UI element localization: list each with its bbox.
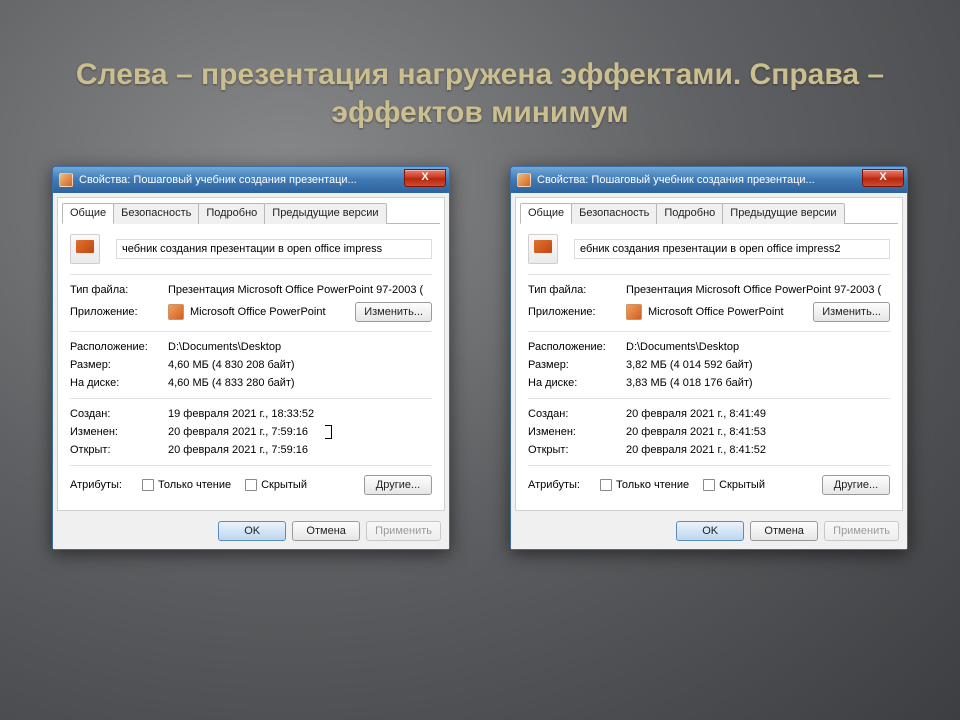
other-attributes-button[interactable]: Другие... — [822, 475, 890, 495]
label-ondisk: На диске: — [70, 377, 168, 389]
close-button[interactable]: X — [404, 169, 446, 187]
properties-dialog-right: Свойства: Пошаговый учебник создания пре… — [510, 166, 908, 550]
cancel-button[interactable]: Отмена — [292, 521, 360, 541]
value-created: 19 февраля 2021 г., 18:33:52 — [168, 408, 432, 420]
ok-button[interactable]: OK — [676, 521, 744, 541]
dialog-footer: OK Отмена Применить — [511, 515, 907, 549]
checkbox-hidden[interactable]: Скрытый — [703, 479, 765, 491]
tab-strip: Общие Безопасность Подробно Предыдущие в… — [62, 202, 440, 224]
tab-general[interactable]: Общие — [520, 203, 572, 224]
tab-security[interactable]: Безопасность — [113, 203, 199, 224]
tab-security[interactable]: Безопасность — [571, 203, 657, 224]
dialog-footer: OK Отмена Применить — [53, 515, 449, 549]
filename-field[interactable]: ебник создания презентации в open office… — [574, 239, 890, 259]
filename-field[interactable]: чебник создания презентации в open offic… — [116, 239, 432, 259]
checkbox-hidden[interactable]: Скрытый — [245, 479, 307, 491]
tab-previous-versions[interactable]: Предыдущие версии — [264, 203, 386, 224]
label-created: Создан: — [70, 408, 168, 420]
tab-content-general: чебник создания презентации в open offic… — [62, 224, 440, 502]
text-cursor-icon — [328, 425, 329, 439]
change-app-button[interactable]: Изменить... — [355, 302, 432, 322]
dialog-body: Общие Безопасность Подробно Предыдущие в… — [57, 197, 445, 511]
checkbox-readonly[interactable]: Только чтение — [600, 479, 689, 491]
value-accessed: 20 февраля 2021 г., 8:41:52 — [626, 444, 890, 456]
apply-button[interactable]: Применить — [824, 521, 899, 541]
titlebar[interactable]: Свойства: Пошаговый учебник создания пре… — [511, 167, 907, 193]
value-ondisk: 4,60 МБ (4 833 280 байт) — [168, 377, 432, 389]
label-accessed: Открыт: — [70, 444, 168, 456]
cancel-button[interactable]: Отмена — [750, 521, 818, 541]
apply-button[interactable]: Применить — [366, 521, 441, 541]
value-location: D:\Documents\Desktop — [626, 341, 890, 353]
label-size: Размер: — [528, 359, 626, 371]
checkbox-readonly-label: Только чтение — [616, 479, 689, 491]
window-title: Свойства: Пошаговый учебник создания пре… — [79, 174, 404, 186]
label-created: Создан: — [528, 408, 626, 420]
value-modified: 20 февраля 2021 г., 8:41:53 — [626, 426, 890, 438]
label-location: Расположение: — [528, 341, 626, 353]
value-location: D:\Documents\Desktop — [168, 341, 432, 353]
powerpoint-icon — [626, 304, 642, 320]
checkbox-readonly-label: Только чтение — [158, 479, 231, 491]
value-filetype: Презентация Microsoft Office PowerPoint … — [626, 284, 890, 296]
checkbox-hidden-label: Скрытый — [719, 479, 765, 491]
slide-title: Слева – презентация нагружена эффектами.… — [0, 56, 960, 131]
label-location: Расположение: — [70, 341, 168, 353]
value-size: 4,60 МБ (4 830 208 байт) — [168, 359, 432, 371]
checkbox-hidden-label: Скрытый — [261, 479, 307, 491]
tab-strip: Общие Безопасность Подробно Предыдущие в… — [520, 202, 898, 224]
tab-details[interactable]: Подробно — [656, 203, 723, 224]
value-filetype: Презентация Microsoft Office PowerPoint … — [168, 284, 432, 296]
label-accessed: Открыт: — [528, 444, 626, 456]
powerpoint-icon — [168, 304, 184, 320]
dialog-body: Общие Безопасность Подробно Предыдущие в… — [515, 197, 903, 511]
value-ondisk: 3,83 МБ (4 018 176 байт) — [626, 377, 890, 389]
label-ondisk: На диске: — [528, 377, 626, 389]
titlebar-app-icon — [59, 173, 73, 187]
label-attributes: Атрибуты: — [528, 479, 600, 491]
tab-previous-versions[interactable]: Предыдущие версии — [722, 203, 844, 224]
other-attributes-button[interactable]: Другие... — [364, 475, 432, 495]
label-modified: Изменен: — [70, 426, 168, 438]
value-size: 3,82 МБ (4 014 592 байт) — [626, 359, 890, 371]
label-application: Приложение: — [528, 306, 626, 318]
change-app-button[interactable]: Изменить... — [813, 302, 890, 322]
tab-general[interactable]: Общие — [62, 203, 114, 224]
tab-content-general: ебник создания презентации в open office… — [520, 224, 898, 502]
ok-button[interactable]: OK — [218, 521, 286, 541]
close-button[interactable]: X — [862, 169, 904, 187]
file-type-icon — [528, 234, 558, 264]
checkbox-readonly[interactable]: Только чтение — [142, 479, 231, 491]
value-modified: 20 февраля 2021 г., 7:59:16 — [168, 426, 432, 438]
titlebar[interactable]: Свойства: Пошаговый учебник создания пре… — [53, 167, 449, 193]
window-title: Свойства: Пошаговый учебник создания пре… — [537, 174, 862, 186]
titlebar-app-icon — [517, 173, 531, 187]
value-created: 20 февраля 2021 г., 8:41:49 — [626, 408, 890, 420]
label-attributes: Атрибуты: — [70, 479, 142, 491]
label-modified: Изменен: — [528, 426, 626, 438]
label-application: Приложение: — [70, 306, 168, 318]
value-application: Microsoft Office PowerPoint — [648, 306, 813, 318]
dialogs-container: Свойства: Пошаговый учебник создания пре… — [0, 166, 960, 550]
value-application: Microsoft Office PowerPoint — [190, 306, 355, 318]
tab-details[interactable]: Подробно — [198, 203, 265, 224]
label-filetype: Тип файла: — [528, 284, 626, 296]
properties-dialog-left: Свойства: Пошаговый учебник создания пре… — [52, 166, 450, 550]
file-type-icon — [70, 234, 100, 264]
label-size: Размер: — [70, 359, 168, 371]
value-accessed: 20 февраля 2021 г., 7:59:16 — [168, 444, 432, 456]
label-filetype: Тип файла: — [70, 284, 168, 296]
